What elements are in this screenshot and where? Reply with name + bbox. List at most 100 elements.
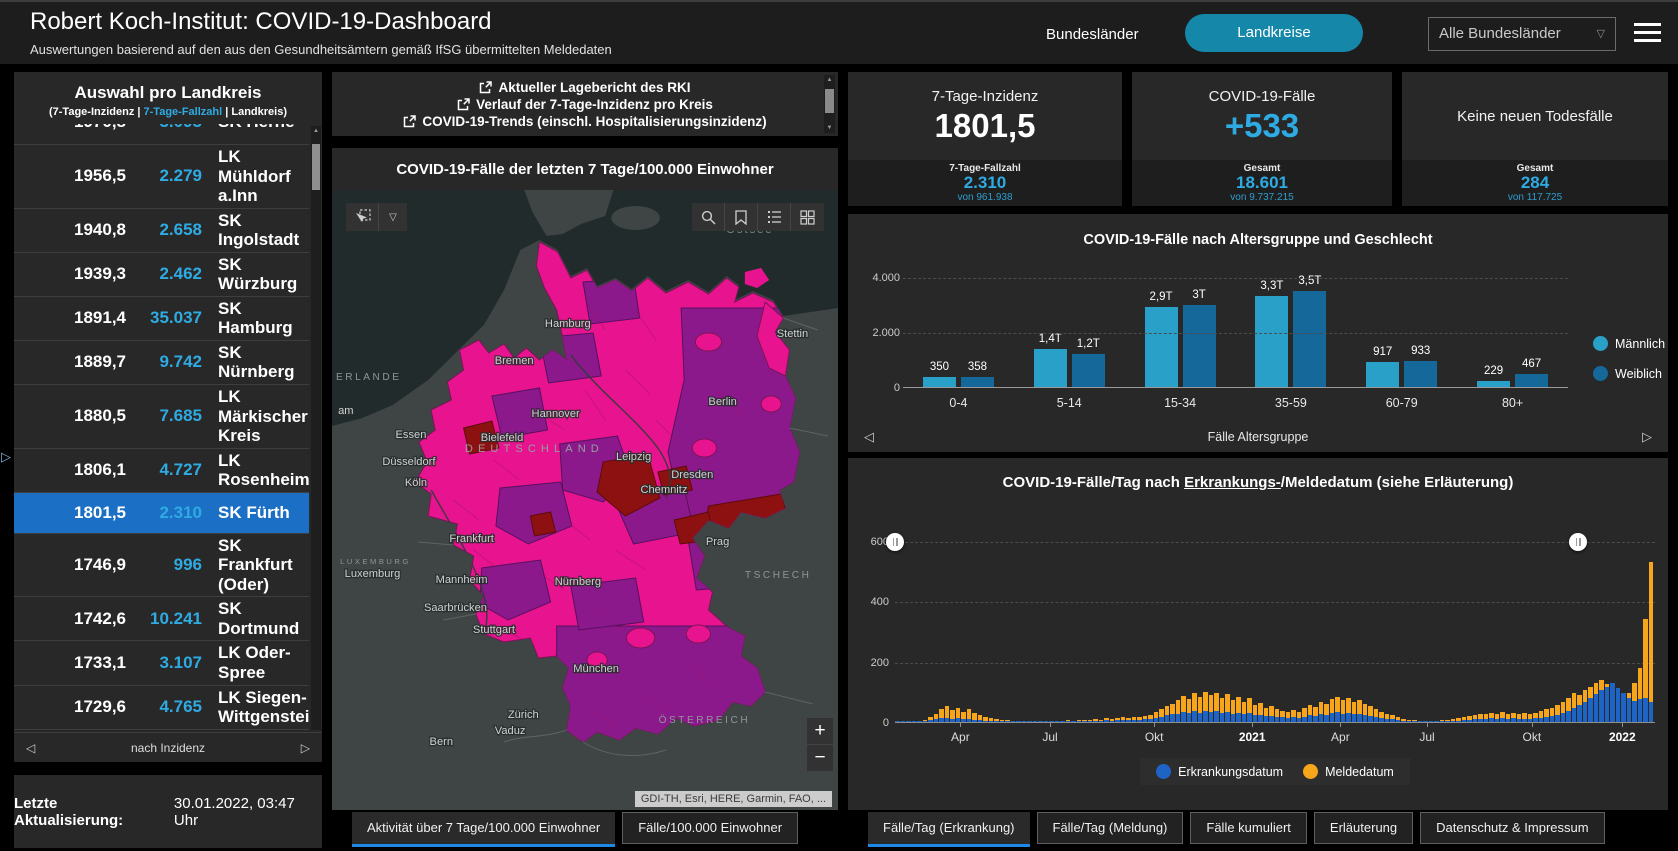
external-link[interactable]: COVID-19-Trends (einschl. Hospitalisieru… <box>332 113 838 130</box>
list-item[interactable]: 1733,13.107LK Oder-Spree <box>14 640 309 684</box>
bar-weiblich[interactable]: 933 <box>1404 361 1437 387</box>
links-panel: Aktueller Lagebericht des RKIVerlauf der… <box>332 72 838 136</box>
external-link[interactable]: Aktueller Lagebericht des RKI <box>332 79 838 96</box>
last-update-label: Letzte Aktualisierung: <box>14 795 169 829</box>
nav-bundeslaender[interactable]: Bundesländer <box>1046 26 1139 43</box>
list-item[interactable]: 1880,57.685LK Märkischer Kreis <box>14 384 309 448</box>
chart-xlabel: Fälle Altersgruppe <box>1208 430 1309 444</box>
external-link[interactable]: Verlauf der 7-Tage-Inzidenz pro Kreis <box>332 96 838 113</box>
select-tool-icon[interactable] <box>346 203 379 231</box>
row-name: SK Fürth <box>202 503 309 523</box>
map-label: Chemnitz <box>640 484 687 496</box>
bundesland-filter-select[interactable]: Alle Bundesländer ▽ <box>1428 17 1616 51</box>
tab-erläuterung[interactable]: Erläuterung <box>1314 812 1413 844</box>
row-inzidenz: 1801,5 <box>14 503 126 523</box>
map-panel: COVID-19-Fälle der letzten 7 Tage/100.00… <box>332 148 838 810</box>
links-list: Aktueller Lagebericht des RKIVerlauf der… <box>332 79 838 130</box>
tab-fälle-tag-erkrankung-[interactable]: Fälle/Tag (Erkrankung) <box>868 812 1030 844</box>
tab-fälle-100-000-einwohner[interactable]: Fälle/100.000 Einwohner <box>622 812 798 844</box>
map-label: Saarbrücken <box>424 602 487 614</box>
tab-aktivität-über-7-tage-100-000-einwohner[interactable]: Aktivität über 7 Tage/100.000 Einwohner <box>352 812 615 844</box>
bar-value-label: 467 <box>1522 358 1541 370</box>
bar-weiblich[interactable]: 358 <box>961 377 994 387</box>
links-scrollbar[interactable]: ▲ ▼ <box>824 75 835 133</box>
tab-fälle-tag-meldung-[interactable]: Fälle/Tag (Meldung) <box>1037 812 1184 844</box>
bookmark-icon[interactable] <box>725 203 758 231</box>
bar-value-label: 3,5T <box>1298 275 1321 287</box>
map-label: Stuttgart <box>473 624 515 636</box>
bar-männlich[interactable]: 3,3T <box>1255 296 1288 387</box>
row-fallzahl: 10.241 <box>126 609 202 629</box>
basemap-grid-icon[interactable] <box>791 203 824 231</box>
chevron-down-icon[interactable]: ▽ <box>379 203 407 231</box>
list-item[interactable]: 1801,52.310SK Fürth <box>14 492 309 533</box>
scroll-up-icon[interactable]: ▲ <box>824 77 835 83</box>
bar-value-label: 350 <box>930 361 949 373</box>
prev-page-arrow[interactable]: ◁ <box>26 741 35 755</box>
bar-weiblich[interactable]: 3,5T <box>1293 291 1326 387</box>
range-slider-handle-left[interactable] <box>886 533 904 551</box>
tab-datenschutz-impressum[interactable]: Datenschutz & Impressum <box>1420 812 1604 844</box>
list-item[interactable]: 1806,14.727LK Rosenheim <box>14 448 309 492</box>
page-subtitle: Auswertungen basierend auf den aus den G… <box>30 42 612 57</box>
zoom-out-button[interactable]: − <box>807 745 833 771</box>
list-item[interactable]: 1970,83.093SK Herne <box>14 124 309 144</box>
bar-männlich[interactable]: 1,4T <box>1034 349 1067 388</box>
tab-fälle-kumuliert[interactable]: Fälle kumuliert <box>1190 812 1307 844</box>
search-icon[interactable] <box>692 203 725 231</box>
scroll-up-icon[interactable]: ▲ <box>311 128 321 134</box>
range-slider-handle-right[interactable] <box>1569 533 1587 551</box>
bar-weiblich[interactable]: 1,2T <box>1072 354 1105 387</box>
list-item[interactable]: 1940,82.658SK Ingolstadt <box>14 208 309 252</box>
legend-list-icon[interactable] <box>758 203 791 231</box>
district-list: 1970,83.093SK Herne1956,52.279LK Mühldor… <box>14 124 309 732</box>
bar-männlich[interactable]: 917 <box>1366 362 1399 387</box>
bar-männlich[interactable]: 229 <box>1477 381 1510 387</box>
bar-weiblich[interactable]: 467 <box>1515 374 1548 387</box>
list-item[interactable]: 1939,32.462SK Würzburg <box>14 252 309 296</box>
row-inzidenz: 1891,4 <box>14 308 126 328</box>
scroll-down-icon[interactable]: ▼ <box>824 125 835 131</box>
scroll-thumb[interactable] <box>825 89 834 113</box>
bar-männlich[interactable]: 2,9T <box>1145 307 1178 387</box>
bar-value-label: 933 <box>1411 345 1430 357</box>
x-tick-label: Okt <box>1523 730 1542 744</box>
y-tick-label: 4.000 <box>856 272 900 284</box>
stat-sub-label: 7-Tage-Fallzahl <box>949 163 1021 174</box>
map-label: Dresden <box>671 469 713 481</box>
stat-title: COVID-19-Fälle <box>1209 88 1316 105</box>
germany-map[interactable]: OstseeHamburgStettinBremenBerlinHannover… <box>332 190 838 810</box>
nav-landkreise[interactable]: Landkreise <box>1185 14 1363 52</box>
row-fallzahl: 3.093 <box>126 124 202 132</box>
bar-männlich[interactable]: 350 <box>923 377 956 387</box>
time-bar[interactable] <box>1649 542 1655 722</box>
list-item[interactable]: 1889,79.742SK Nürnberg <box>14 340 309 384</box>
next-page-arrow[interactable]: ▷ <box>301 741 310 755</box>
row-name: LK Mühldorf a.Inn <box>202 147 309 206</box>
chevron-down-icon: ▽ <box>1597 18 1605 50</box>
stat-value: +533 <box>1225 107 1299 145</box>
x-axis-label: 5-14 <box>1014 396 1125 410</box>
list-item[interactable]: 1746,9996SK Frankfurt (Oder) <box>14 533 309 597</box>
list-item[interactable]: 1742,610.241SK Dortmund <box>14 596 309 640</box>
bar-weiblich[interactable]: 3T <box>1183 305 1216 388</box>
pager-right-arrow[interactable]: ▷ <box>1642 429 1652 445</box>
zoom-in-button[interactable]: + <box>807 718 833 744</box>
pagination: ◁ nach Inzidenz ▷ <box>14 732 322 762</box>
y-tick-label: 400 <box>853 596 889 608</box>
pager-left-arrow[interactable]: ◁ <box>864 429 874 445</box>
map-label: TSCHECH <box>745 570 812 581</box>
list-item[interactable]: 1956,52.279LK Mühldorf a.Inn <box>14 144 309 208</box>
legend: MännlichWeiblich <box>1593 336 1665 381</box>
menu-icon[interactable] <box>1634 23 1661 47</box>
list-item[interactable]: 1729,64.765LK Siegen-Wittgenstein <box>14 685 309 729</box>
bar-value-label: 358 <box>968 361 987 373</box>
list-item[interactable]: 1891,435.037SK Hamburg <box>14 296 309 340</box>
x-tick-label: Apr <box>1331 730 1350 744</box>
row-inzidenz: 1806,1 <box>14 460 126 480</box>
district-list-scrollbar[interactable]: ▲ <box>311 126 321 730</box>
bar-value-label: 3T <box>1192 289 1205 301</box>
row-name: SK Frankfurt (Oder) <box>202 536 309 595</box>
panel-expander-icon[interactable]: ▷ <box>1 449 11 465</box>
scroll-thumb[interactable] <box>312 144 320 190</box>
